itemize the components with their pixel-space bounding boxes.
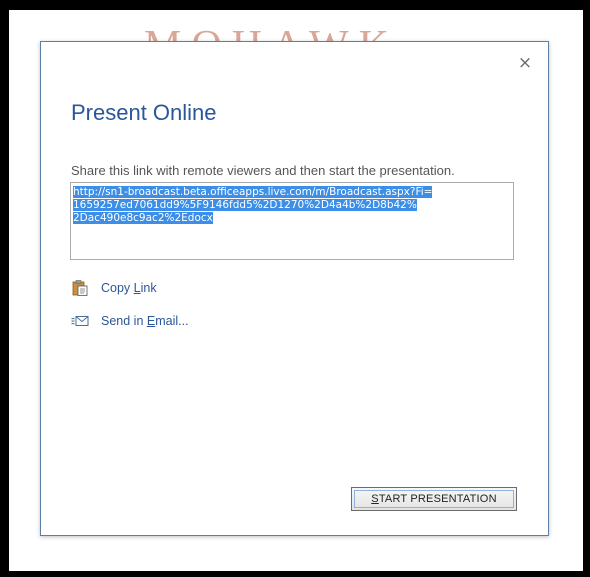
link-line-2: 1659257ed7061dd9%5F9146fdd5%2D1270%2D4a4… (73, 199, 417, 211)
link-line-1: http://sn1-broadcast.beta.officeapps.liv… (73, 186, 433, 198)
copy-link-label: Copy Link (101, 281, 157, 295)
present-online-dialog: × Present Online Share this link with re… (40, 41, 549, 536)
clipboard-icon (72, 280, 88, 296)
email-icon (71, 316, 89, 326)
close-icon[interactable]: × (516, 54, 534, 72)
copy-link-button[interactable]: Copy Link (71, 280, 157, 296)
dialog-title: Present Online (71, 100, 217, 125)
send-in-email-button[interactable]: Send in Email... (71, 313, 189, 329)
broadcast-link-text[interactable]: http://sn1-broadcast.beta.officeapps.liv… (73, 186, 511, 225)
send-in-email-label: Send in Email... (101, 314, 189, 328)
dialog-description: Share this link with remote viewers and … (71, 163, 455, 178)
app-background: MOHAWK × Present Online Share this link … (9, 10, 583, 571)
start-presentation-button[interactable]: START PRESENTATION (351, 487, 517, 511)
broadcast-link-field[interactable]: http://sn1-broadcast.beta.officeapps.liv… (70, 182, 514, 260)
link-line-3: 2Dac490e8c9ac2%2Edocx (73, 212, 213, 224)
